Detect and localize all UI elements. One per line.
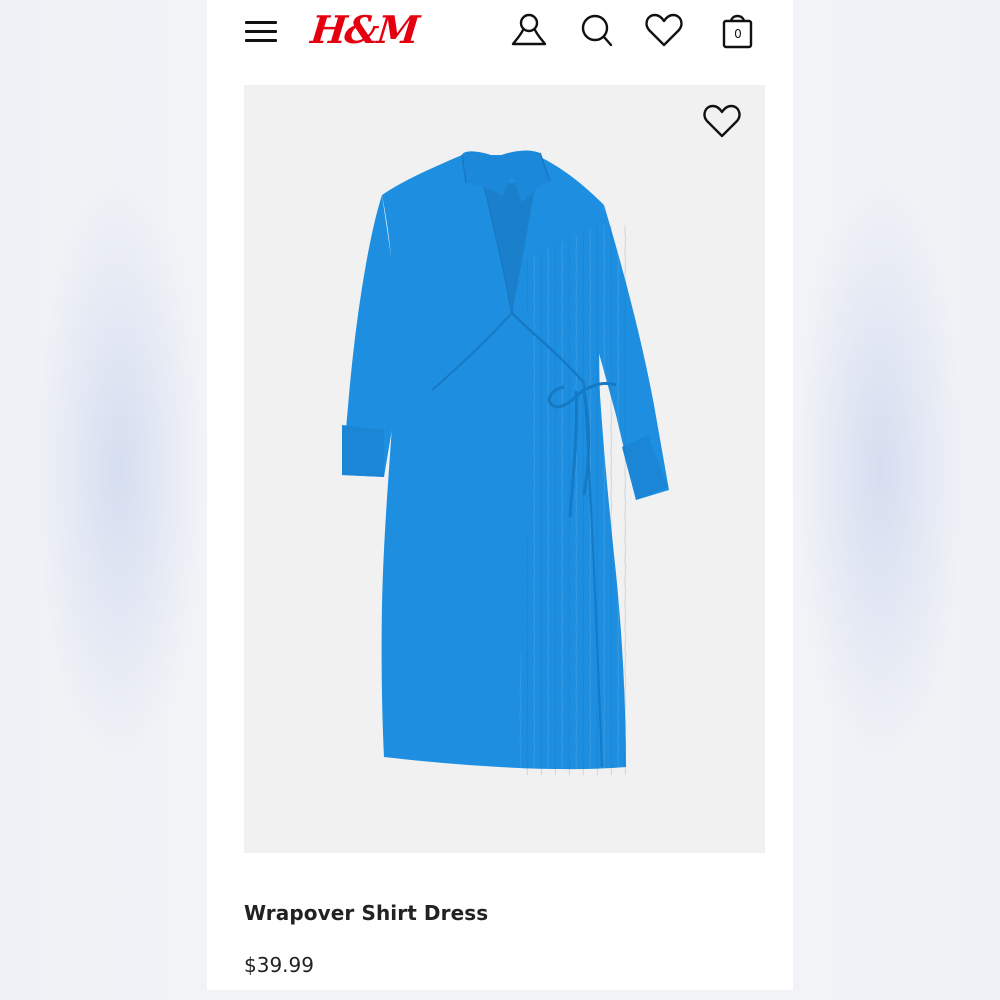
- shopping-bag-icon[interactable]: 0: [717, 10, 759, 52]
- user-icon[interactable]: [508, 10, 550, 52]
- mobile-screen: H&M 0 Wrapover Shirt Dress $39.99: [207, 0, 793, 990]
- product-image[interactable]: [244, 85, 765, 853]
- search-icon[interactable]: [576, 10, 618, 52]
- add-to-favorites-heart-icon[interactable]: [700, 99, 744, 143]
- product-price: $39.99: [244, 953, 314, 977]
- bag-count-badge: 0: [734, 27, 742, 41]
- brand-logo[interactable]: H&M: [308, 6, 420, 54]
- blue-wrap-dress-image: [342, 150, 669, 853]
- top-navigation-bar: H&M 0: [207, 0, 793, 64]
- product-title[interactable]: Wrapover Shirt Dress: [244, 901, 488, 925]
- hamburger-menu-icon[interactable]: [245, 19, 279, 43]
- heart-icon[interactable]: [643, 10, 685, 52]
